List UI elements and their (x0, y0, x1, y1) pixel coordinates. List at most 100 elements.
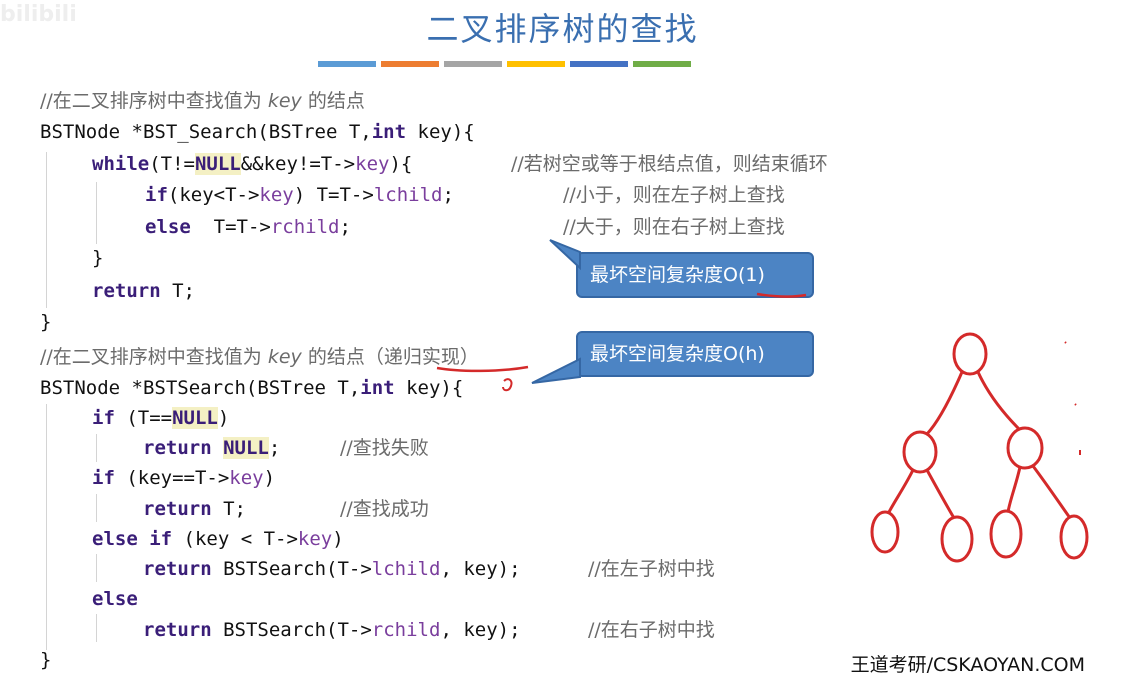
code-comment-line: //在二叉排序树中查找值为 key 的结点（递归实现） (40, 344, 479, 370)
tree-edge (925, 371, 964, 436)
space-complexity-callout-o1: 最坏空间复杂度O(1) (549, 239, 814, 298)
code-comment: //查找成功 (340, 498, 429, 520)
comment-text: 的结点（ (301, 346, 384, 368)
code-while-line: while(T!=NULL&&key!=T->key){ (92, 151, 412, 177)
code-text: key){ (406, 121, 475, 143)
field-key: key (229, 467, 264, 489)
code-text: ){ (389, 153, 413, 175)
tree-node-left-left (870, 510, 900, 554)
code-text: key){ (394, 377, 464, 399)
code-text: ; (339, 216, 351, 238)
keyword-int: int (371, 121, 407, 143)
color-segment (507, 61, 565, 67)
code-text: (key < T-> (172, 528, 298, 550)
comment-recursive: 递归实现 (383, 346, 460, 368)
code-text: , key); (440, 558, 521, 580)
indent-guide (96, 554, 97, 582)
field-rchild: rchild (270, 216, 340, 238)
keyword-int: int (360, 377, 395, 399)
keyword-else: else (92, 588, 138, 610)
code-comment: //小于，则在左子树上查找 (563, 184, 785, 206)
code-close-brace: } (40, 649, 52, 671)
keyword-else-if: else if (92, 528, 173, 550)
code-else-if-line: else if (key < T->key) (92, 526, 344, 552)
callout-pointer (531, 357, 581, 384)
code-text: T; (160, 280, 195, 302)
callout-text: 最坏空间复杂度O(1) (590, 264, 765, 286)
field-key: key (297, 528, 333, 550)
tree-node-right-right (1059, 514, 1089, 560)
indent-guide (96, 494, 97, 522)
tree-edge (925, 469, 956, 519)
tree-node-root (952, 332, 988, 376)
color-segment (381, 61, 439, 67)
code-else-line: else (92, 586, 138, 612)
tree-edge (1031, 465, 1072, 519)
indent-guide (96, 614, 97, 642)
code-comment: //在右子树中找 (588, 619, 715, 641)
keyword-if: if (92, 467, 115, 489)
keyword-if: if (145, 184, 168, 206)
code-else-line: else T=T->rchild; (145, 214, 351, 240)
indent-guide (96, 182, 97, 244)
comment-text: //在二叉排序树中查找值为 (40, 346, 268, 368)
slide-title: 二叉排序树的查找 (426, 10, 699, 48)
code-text: ; (442, 184, 454, 206)
field-key: key (259, 184, 294, 206)
field-lchild: lchild (373, 184, 443, 206)
code-text: BSTNode *BST_Search(BSTree T, (40, 121, 372, 143)
comment-text: //在二叉排序树中查找值为 (40, 90, 268, 112)
keyword-return: return (92, 280, 161, 302)
field-lchild: lchild (371, 558, 441, 580)
code-return-left-line: return BSTSearch(T->lchild, key); (143, 556, 521, 582)
indent-guide (46, 152, 47, 308)
footer-brand: 王道考研/CSKAOYAN.COM (850, 654, 1085, 676)
keyword-null: NULL (223, 437, 269, 459)
code-comment: //若树空或等于根结点值，则结束循环 (511, 153, 828, 175)
code-signature-line: BSTNode *BST_Search(BSTree T,int key){ (40, 119, 475, 145)
tree-node-left (902, 430, 938, 474)
tree-node-left-right (940, 515, 974, 563)
keyword-return: return (143, 498, 212, 520)
tree-edge (976, 371, 1022, 432)
code-text: , key); (440, 619, 521, 641)
keyword-null: NULL (172, 407, 218, 429)
code-return-right-line: return BSTSearch(T->rchild, key); (143, 617, 521, 643)
callout-text: 最坏空间复杂度O(h) (590, 343, 765, 365)
code-if-null-line: if (T==NULL) (92, 405, 229, 431)
code-signature-line: BSTNode *BSTSearch(BSTree T,int key){ (40, 375, 463, 401)
code-text: &&key!=T-> (240, 153, 356, 175)
code-text: BSTNode *BSTSearch(BSTree T, (40, 377, 361, 399)
tree-edge (1006, 466, 1022, 513)
keyword-if: if (92, 407, 115, 429)
space-complexity-callout-oh: 最坏空间复杂度O(h) (531, 331, 814, 384)
code-text: (key<T-> (167, 184, 260, 206)
code-close-brace: } (92, 247, 104, 269)
code-if-equal-line: if (key==T->key) (92, 465, 275, 491)
title-color-bar (318, 61, 691, 67)
field-key: key (355, 153, 390, 175)
code-close-brace: } (40, 311, 52, 333)
code-text: T; (211, 498, 246, 520)
code-text: ) (263, 467, 276, 489)
code-text: (T== (114, 407, 173, 429)
comment-key: key (267, 90, 302, 112)
comment-text: ） (459, 346, 479, 368)
indent-guide (96, 434, 97, 462)
code-comment: //大于，则在右子树上查找 (563, 216, 785, 238)
code-text: (T!= (149, 153, 195, 175)
code-comment-line: //在二叉排序树中查找值为 key 的结点 (40, 88, 365, 114)
code-text: T=T-> (190, 216, 271, 238)
tree-node-right (1006, 426, 1044, 470)
code-comment: //在左子树中找 (588, 558, 715, 580)
comment-text: 的结点 (301, 90, 365, 112)
color-segment (570, 61, 628, 67)
tree-node-right-left (989, 509, 1023, 559)
code-text: ; (268, 437, 281, 459)
tree-edge (886, 469, 915, 515)
code-text: ) (217, 407, 230, 429)
callout-pointer (549, 239, 581, 271)
code-text: BSTSearch(T-> (211, 619, 372, 641)
color-segment (633, 61, 691, 67)
